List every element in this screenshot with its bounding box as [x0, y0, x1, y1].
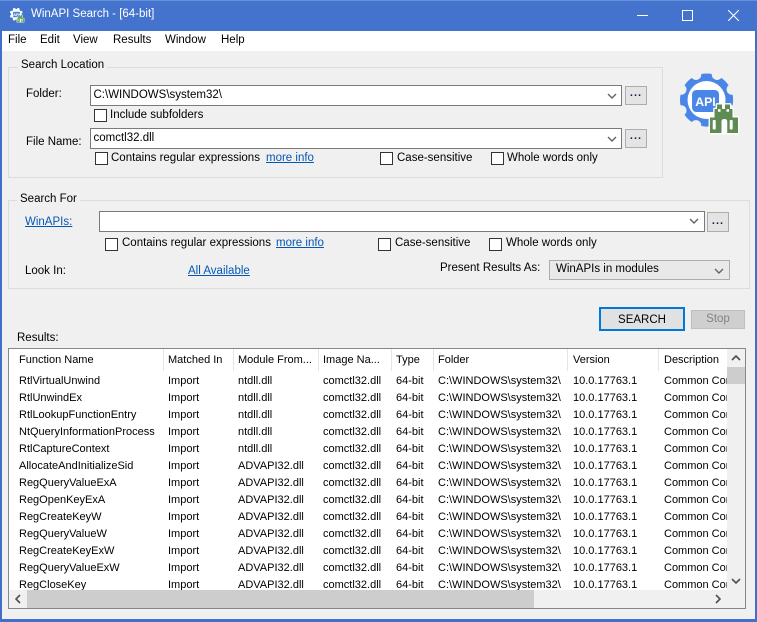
svg-text:API: API	[695, 95, 715, 109]
